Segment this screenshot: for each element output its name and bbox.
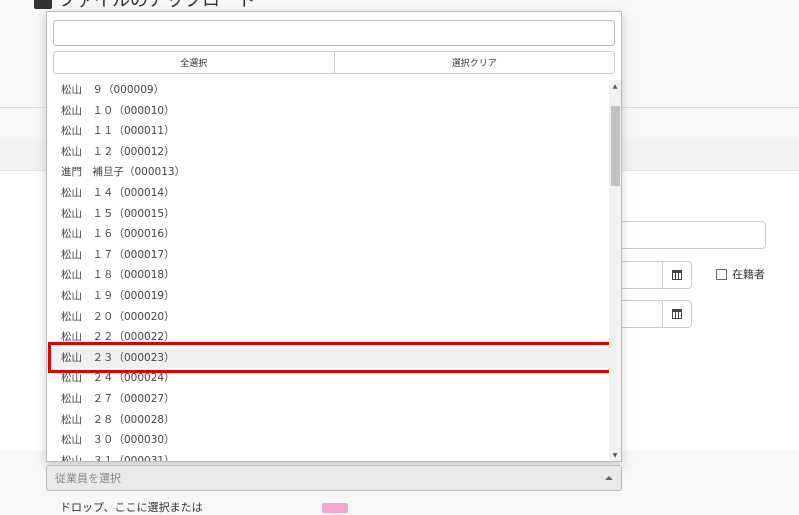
dropdown-option[interactable]: 松山 １９（000019） <box>47 286 609 307</box>
dropdown-option[interactable]: 松山 １７（000017） <box>47 245 609 266</box>
dropdown-option[interactable]: 松山 ２２（000022） <box>47 327 609 348</box>
employee-dropdown: 全選択 選択クリア 松山 ９（000009） 松山 １０（000010） 松山 １１… <box>46 11 622 462</box>
dropdown-scrollbar[interactable]: ▲ ▼ <box>609 80 621 461</box>
checkbox-box[interactable] <box>716 268 727 280</box>
employee-select[interactable]: 従業員を選択 <box>46 465 622 491</box>
dropdown-option[interactable]: 松山 １０（000010） <box>47 101 609 122</box>
upload-icon <box>34 0 52 9</box>
dropdown-option[interactable]: 松山 ３０（000030） <box>47 430 609 451</box>
scroll-up-arrow[interactable]: ▲ <box>609 80 621 92</box>
dropdown-option[interactable]: 松山 ２７（000027） <box>47 389 609 410</box>
select-placeholder: 従業員を選択 <box>55 472 121 485</box>
dropdown-option[interactable]: 松山 １８（000018） <box>47 265 609 286</box>
dropdown-option[interactable]: 松山 １１（000011） <box>47 121 609 142</box>
dropdown-search-input[interactable] <box>53 20 615 46</box>
page-title-text: ファイルのアップロード <box>58 0 256 11</box>
start-date-button[interactable] <box>662 261 692 289</box>
dropdown-list: 松山 ９（000009） 松山 １０（000010） 松山 １１（000011） 松山… <box>47 80 609 461</box>
text-input[interactable] <box>622 221 766 249</box>
dropdown-option[interactable]: 松山 １６（000016） <box>47 224 609 245</box>
active-employees-checkbox[interactable]: 在籍者 <box>716 266 765 282</box>
dropdown-option[interactable]: 松山 ９（000009） <box>47 80 609 101</box>
badge <box>322 503 348 513</box>
end-date-input[interactable] <box>622 300 663 328</box>
dropdown-option[interactable]: 松山 １２（000012） <box>47 142 609 163</box>
start-date-input[interactable] <box>622 261 663 289</box>
drop-hint-text: ドロップ、ここに選択または <box>60 501 203 514</box>
calendar-icon <box>672 270 682 280</box>
dropdown-actions: 全選択 選択クリア <box>53 51 615 74</box>
clear-selection-button[interactable]: 選択クリア <box>333 52 614 73</box>
calendar-icon <box>672 309 682 319</box>
dropdown-option[interactable]: 松山 ２０（000020） <box>47 307 609 328</box>
checkbox-label: 在籍者 <box>732 268 765 281</box>
dropdown-option[interactable]: 進門 補旦子（000013） <box>47 162 609 183</box>
dropdown-option[interactable]: 松山 ２４（000024） <box>47 368 609 389</box>
dropdown-option[interactable]: 松山 １４（000014） <box>47 183 609 204</box>
scroll-thumb[interactable] <box>611 106 620 186</box>
end-date-button[interactable] <box>662 300 692 328</box>
select-all-button[interactable]: 全選択 <box>54 52 334 73</box>
dropdown-option[interactable]: 松山 ２３（000023） <box>47 347 609 369</box>
caret-up-icon <box>605 476 613 480</box>
dropdown-option[interactable]: 松山 ２８（000028） <box>47 410 609 431</box>
dropdown-option[interactable]: 松山 １５（000015） <box>47 204 609 225</box>
dropdown-option[interactable]: 松山 ３１（000031） <box>47 451 609 461</box>
scroll-down-arrow[interactable]: ▼ <box>609 449 621 461</box>
